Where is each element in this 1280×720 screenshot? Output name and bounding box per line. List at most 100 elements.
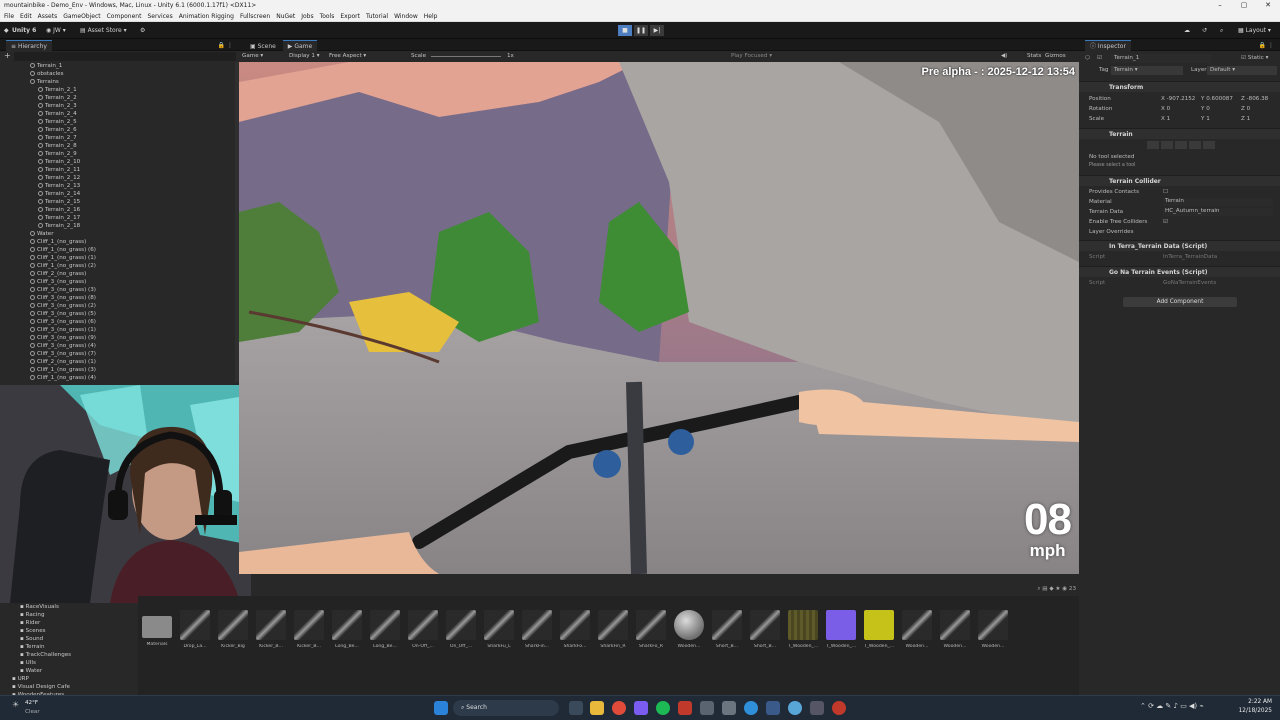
hierarchy-item[interactable]: Terrain_2_15 xyxy=(0,198,239,206)
hierarchy-item[interactable]: Cliff_3_(no_grass) (2) xyxy=(0,302,239,310)
static-toggle[interactable]: ☑ Static ▾ xyxy=(1241,55,1268,61)
maximize-button[interactable]: ▢ xyxy=(1232,0,1256,11)
play-focused-dropdown[interactable]: Play Focused ▾ xyxy=(731,51,772,62)
position-x[interactable]: X -907.2152 xyxy=(1161,96,1195,102)
hierarchy-item[interactable]: Terrain_2_17 xyxy=(0,214,239,222)
add-icon[interactable]: + xyxy=(4,51,11,60)
object-name-field[interactable]: Terrain_1 xyxy=(1111,54,1211,63)
unity-hub-icon[interactable] xyxy=(700,701,714,715)
game-dropdown[interactable]: Game ▾ xyxy=(242,51,263,62)
gona-script-header[interactable]: Go Na Terrain Events (Script) xyxy=(1079,266,1280,277)
project-folder[interactable]: ▪ RaceVisuals xyxy=(0,603,138,611)
trees-icon[interactable] xyxy=(1175,141,1187,149)
lock-icon[interactable]: 🔒 ⋮ xyxy=(1259,40,1274,51)
asset-item[interactable]: On_Off_... xyxy=(444,610,478,649)
asset-item[interactable]: T_Wooden_... xyxy=(862,610,896,649)
hierarchy-item[interactable]: Cliff_3_(no_grass) (8) xyxy=(0,294,239,302)
terrain-collider-header[interactable]: Terrain Collider xyxy=(1079,175,1280,186)
hierarchy-item[interactable]: Terrain_2_8 xyxy=(0,142,239,150)
cloud-icon[interactable]: ☁ xyxy=(1184,25,1190,36)
asset-item[interactable]: SharkFu_L xyxy=(482,610,516,649)
hierarchy-item[interactable]: Terrain_2_4 xyxy=(0,110,239,118)
project-folder[interactable]: ▪ Visual Design Cafe xyxy=(0,683,138,691)
task-view-icon[interactable] xyxy=(569,701,583,715)
search-icon[interactable]: ⌕ xyxy=(1220,25,1223,36)
menu-tools[interactable]: Tools xyxy=(320,11,335,21)
hierarchy-item[interactable]: Cliff_1_(no_grass) (3) xyxy=(0,366,239,374)
enable-tree-colliders-checkbox[interactable]: ☑ xyxy=(1163,219,1168,225)
rotation-x[interactable]: X 0 xyxy=(1161,106,1170,112)
project-folder[interactable]: ▪ Scenes xyxy=(0,627,138,635)
asset-item[interactable]: Short_B... xyxy=(710,610,744,649)
project-folder[interactable]: ▪ Rider xyxy=(0,619,138,627)
details-icon[interactable] xyxy=(1189,141,1201,149)
hierarchy-item[interactable]: Cliff_3_(no_grass) (5) xyxy=(0,310,239,318)
asset-item[interactable]: Long_Be... xyxy=(368,610,402,649)
hierarchy-item[interactable]: Terrain_2_3 xyxy=(0,102,239,110)
start-icon[interactable] xyxy=(434,701,448,715)
asset-item[interactable]: SharkFo... xyxy=(558,610,592,649)
hierarchy-item[interactable]: Cliff_3_(no_grass) (3) xyxy=(0,286,239,294)
hierarchy-item[interactable]: Terrain_2_12 xyxy=(0,174,239,182)
account-dropdown[interactable]: ◉ JW ▾ xyxy=(46,25,66,36)
file-explorer-icon[interactable] xyxy=(590,701,604,715)
hierarchy-item[interactable]: Cliff_1_(no_grass) (4) xyxy=(0,374,239,382)
aspect-dropdown[interactable]: Free Aspect ▾ xyxy=(329,51,366,62)
rotation-z[interactable]: Z 0 xyxy=(1241,106,1250,112)
project-toolbar-icons[interactable]: ⌕ ▤ ◆ ★ ◉ 23 xyxy=(846,586,1076,594)
hierarchy-item[interactable]: Terrain_2_5 xyxy=(0,118,239,126)
display-dropdown[interactable]: Display 1 ▾ xyxy=(289,51,320,62)
history-icon[interactable]: ↺ xyxy=(1202,25,1207,36)
position-z[interactable]: Z -806.38 xyxy=(1241,96,1268,102)
asset-item[interactable]: SharkFo_R xyxy=(634,610,668,649)
project-folder[interactable]: ▪ Sound xyxy=(0,635,138,643)
hierarchy-item[interactable]: Cliff_3_(no_grass) xyxy=(0,278,239,286)
hierarchy-search-input[interactable] xyxy=(14,52,236,61)
asset-item[interactable]: Kicker_B... xyxy=(254,610,288,649)
asset-item[interactable]: On-Off_... xyxy=(406,610,440,649)
minimize-button[interactable]: – xyxy=(1208,0,1232,11)
browser-icon[interactable] xyxy=(744,701,758,715)
hierarchy-item[interactable]: Terrain_1 xyxy=(0,62,239,70)
hierarchy-item[interactable]: Cliff_3_(no_grass) (9) xyxy=(0,334,239,342)
menu-edit[interactable]: Edit xyxy=(20,11,32,21)
project-folder[interactable]: ▪ Water xyxy=(0,667,138,675)
tab-hierarchy[interactable]: ≡ Hierarchy xyxy=(6,40,52,52)
hierarchy-item[interactable]: Terrain_2_7 xyxy=(0,134,239,142)
hierarchy-item[interactable]: Water xyxy=(0,230,239,238)
hierarchy-item[interactable]: Cliff_3_(no_grass) (4) xyxy=(0,342,239,350)
hierarchy-item[interactable]: Terrain_2_2 xyxy=(0,94,239,102)
provides-contacts-checkbox[interactable]: ☐ xyxy=(1163,189,1168,195)
menu-nuget[interactable]: NuGet xyxy=(276,11,295,21)
game-viewport[interactable]: Pre alpha - : 2025-12-12 13:54 08 mph xyxy=(239,62,1079,574)
hierarchy-item[interactable]: obstacles xyxy=(0,70,239,78)
scale-y[interactable]: Y 1 xyxy=(1201,116,1210,122)
layout-dropdown[interactable]: ▦ Layout ▾ xyxy=(1238,25,1271,36)
app4-icon[interactable] xyxy=(832,701,846,715)
hierarchy-item[interactable]: Terrain_2_13 xyxy=(0,182,239,190)
hierarchy-item[interactable]: Terrain_2_14 xyxy=(0,190,239,198)
asset-store-button[interactable]: ▤ Asset Store ▾ xyxy=(80,25,127,36)
hierarchy-item[interactable]: Terrain_2_16 xyxy=(0,206,239,214)
asset-item[interactable]: Materials xyxy=(140,610,174,647)
interra-script-header[interactable]: In Terra_Terrain Data (Script) xyxy=(1079,240,1280,251)
asset-item[interactable]: SharkFin_R xyxy=(596,610,630,649)
menu-export[interactable]: Export xyxy=(340,11,360,21)
hierarchy-item[interactable]: Terrain_2_1 xyxy=(0,86,239,94)
discord-icon[interactable] xyxy=(634,701,648,715)
asset-item[interactable]: Kicker_B... xyxy=(292,610,326,649)
hierarchy-item[interactable]: Cliff_1_(no_grass) (2) xyxy=(0,262,239,270)
step-button[interactable]: ▶| xyxy=(650,25,664,36)
menu-assets[interactable]: Assets xyxy=(38,11,58,21)
terrain-header[interactable]: Terrain xyxy=(1079,128,1280,139)
tab-inspector[interactable]: ⓘ Inspector xyxy=(1085,40,1131,52)
raise-terrain-icon[interactable] xyxy=(1147,141,1159,149)
spotify-icon[interactable] xyxy=(656,701,670,715)
gizmos-button[interactable]: Gizmos xyxy=(1045,51,1066,62)
scale-x[interactable]: X 1 xyxy=(1161,116,1170,122)
asset-item[interactable]: Short_B... xyxy=(748,610,782,649)
version-control-icon[interactable]: ⚙ xyxy=(140,25,145,36)
asset-item[interactable]: Drop_La... xyxy=(178,610,212,649)
layer-dropdown[interactable]: Default ▾ xyxy=(1207,66,1277,75)
weather-icon[interactable]: ☀ xyxy=(12,700,19,709)
